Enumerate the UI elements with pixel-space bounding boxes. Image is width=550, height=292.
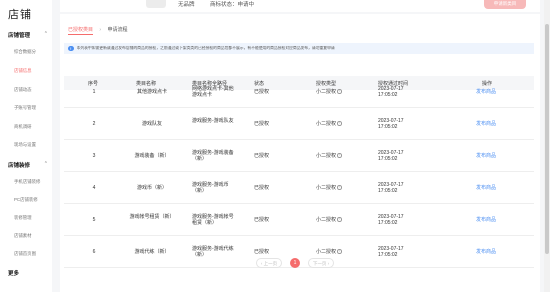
cell-auth-time: 2023-07-17 17:05:02 — [378, 150, 404, 162]
brand-name: 无品牌 — [178, 2, 195, 8]
cell-category-name: 游戏装备（新） — [134, 153, 170, 159]
help-icon[interactable]: ? — [337, 121, 342, 126]
cell-category-name: 游戏帐号租赁（新） — [129, 214, 175, 220]
cell-category-path: 游戏服务-游戏装备（新） — [192, 150, 234, 162]
sidebar-title: 店铺 — [8, 9, 32, 21]
cell-no: 4 — [92, 185, 96, 191]
trademark-status: 商标状态：申请中 — [210, 2, 255, 8]
cell-no: 2 — [92, 121, 96, 127]
cell-auth-type: 小二授权? — [316, 249, 342, 255]
cell-category-name: 游戏代练（新） — [134, 249, 170, 255]
breadcrumb-separator: › — [99, 27, 102, 33]
publish-product-link[interactable]: 发布商品 — [476, 153, 496, 159]
info-icon: ! — [68, 45, 74, 52]
section-label: 店铺管理 — [8, 33, 31, 39]
page-scrollbar[interactable] — [544, 0, 550, 292]
sidebar-item-data-analysis[interactable]: 综合数据分 — [14, 49, 36, 55]
cell-category-path: 网络游戏点卡-其他游戏点卡 — [192, 86, 234, 98]
cell-no: 3 — [92, 153, 96, 159]
table-row: 4 游戏币（新） 游戏服务-游戏币（新） 已授权 小二授权? 2023-07-17 17:… — [64, 173, 534, 204]
cell-category-name: 其他游戏点卡 — [136, 89, 167, 95]
cell-status: 已授权 — [254, 153, 270, 159]
cell-auth-time: 2023-07-17 17:05:02 — [378, 182, 404, 194]
auth-type-label: 小二授权 — [316, 153, 337, 159]
sidebar-item-settings[interactable]: 现场与设置 — [14, 142, 36, 148]
table-row: 3 游戏装备（新） 游戏服务-游戏装备（新） 已授权 小二授权? 2023-07-17 1… — [64, 141, 534, 172]
sidebar-more[interactable]: 更多 — [8, 269, 19, 277]
scrollbar-thumb[interactable] — [545, 24, 549, 254]
breadcrumb-authorized-categories[interactable]: 已授权类目 — [68, 27, 94, 35]
cell-category-name: 游戏币（新） — [136, 185, 167, 191]
sidebar-item-pc-decoration[interactable]: PC店铺装修 — [14, 197, 38, 203]
cell-auth-time: 2023-07-17 17:05:02 — [378, 118, 404, 130]
sidebar-item-research[interactable]: 商机调研 — [14, 124, 32, 130]
publish-product-link[interactable]: 发布商品 — [476, 217, 496, 223]
cell-category-path: 游戏服务-游戏帐号租赁（新） — [192, 214, 234, 226]
section-store-decoration[interactable]: 店铺装修 ⌃ — [8, 161, 48, 169]
info-banner: ! 本列表中如需更新或通过发布店铺的商品的授权，之前通过或下架类类的已经授权的商… — [64, 43, 534, 54]
section-store-management[interactable]: 店铺管理 ⌃ — [8, 31, 48, 39]
table-row: 1 其他游戏点卡 网络游戏点卡-其他游戏点卡 已授权 小二授权? 2023-07-17 1… — [64, 77, 534, 108]
store-header: 无品牌 商标状态：申请中 申请新类目 — [60, 0, 540, 12]
cell-status: 已授权 — [254, 121, 270, 127]
next-page-button[interactable]: 下一页 › — [308, 258, 334, 268]
cell-category-path: 游戏服务-游戏代练（新） — [192, 246, 234, 258]
publish-product-link[interactable]: 发布商品 — [476, 89, 496, 95]
cell-no: 5 — [92, 217, 96, 223]
sidebar-item-store-materials[interactable]: 店铺素材 — [14, 233, 32, 239]
cell-auth-type: 小二授权? — [316, 89, 342, 95]
auth-type-label: 小二授权 — [316, 121, 337, 127]
main-panel: 已授权类目 › 申请流程 ! 本列表中如需更新或通过发布店铺的商品的授权，之前通… — [60, 14, 540, 292]
cell-auth-type: 小二授权? — [316, 121, 342, 127]
sidebar-item-decoration-management[interactable]: 装修管理 — [14, 215, 32, 221]
help-icon[interactable]: ? — [337, 217, 342, 222]
cell-no: 6 — [92, 249, 96, 255]
sidebar-item-mobile-decoration[interactable]: 手机店铺装修 — [14, 179, 40, 185]
help-icon[interactable]: ? — [337, 153, 342, 158]
cell-status: 已授权 — [254, 217, 270, 223]
cell-category-path: 游戏服务-游戏队友 — [192, 118, 234, 124]
cell-auth-type: 小二授权? — [316, 153, 342, 159]
section-label: 店铺装修 — [8, 163, 31, 169]
table-row: 2 游戏队友 游戏服务-游戏队友已授权 小二授权? 2023-07-17 17:05:0… — [64, 109, 534, 140]
cell-status: 已授权 — [254, 185, 270, 191]
cell-category-name: 游戏队友 — [141, 121, 162, 127]
breadcrumb: 已授权类目 › 申请流程 — [68, 26, 127, 35]
sidebar: 店铺 店铺管理 ⌃ 综合数据分 店铺信息 店铺动态 子账号管理 商机调研 现场与… — [0, 0, 52, 292]
cell-auth-type: 小二授权? — [316, 217, 342, 223]
sidebar-item-store-info[interactable]: 店铺信息 — [14, 68, 32, 74]
brand-thumbnail — [146, 0, 166, 8]
breadcrumb-application-process[interactable]: 申请流程 — [107, 27, 127, 33]
cell-auth-time: 2023-07-17 17:05:02 — [378, 246, 404, 258]
cell-category-path: 游戏服务-游戏币（新） — [192, 182, 229, 194]
help-icon[interactable]: ? — [337, 249, 342, 254]
help-icon[interactable]: ? — [337, 185, 342, 190]
prev-page-button[interactable]: ‹ 上一页 — [256, 258, 282, 268]
page-1-button[interactable]: 1 — [290, 258, 300, 268]
cell-status: 已授权 — [254, 249, 270, 255]
chevron-up-icon: ⌃ — [43, 31, 48, 37]
cell-status: 已授权 — [254, 89, 270, 95]
sidebar-item-store-news[interactable]: 店铺动态 — [14, 87, 32, 93]
auth-type-label: 小二授权 — [316, 217, 337, 223]
publish-product-link[interactable]: 发布商品 — [476, 249, 496, 255]
apply-category-button[interactable]: 申请新类目 — [484, 0, 526, 9]
cell-auth-time: 2023-07-17 17:05:02 — [378, 214, 404, 226]
auth-type-label: 小二授权 — [316, 89, 337, 95]
publish-product-link[interactable]: 发布商品 — [476, 185, 496, 191]
info-text: 本列表中如需更新或通过发布店铺的商品的授权，之前通过或下架类类的已经授权的商品包… — [76, 46, 335, 50]
help-icon[interactable]: ? — [337, 89, 342, 94]
sidebar-item-sub-accounts[interactable]: 子账号管理 — [14, 105, 36, 111]
publish-product-link[interactable]: 发布商品 — [476, 121, 496, 127]
chevron-up-icon: ⌃ — [43, 161, 48, 167]
auth-type-label: 小二授权 — [316, 249, 337, 255]
sidebar-item-homepage-image[interactable]: 店铺首页图 — [14, 251, 36, 257]
cell-auth-time: 2023-07-17 17:05:02 — [378, 86, 404, 98]
table-row: 5 游戏帐号租赁（新） 游戏服务-游戏帐号租赁（新） 已授权 小二授权? 2023-07-… — [64, 205, 534, 236]
cell-auth-type: 小二授权? — [316, 185, 342, 191]
cell-no: 1 — [92, 89, 96, 95]
auth-type-label: 小二授权 — [316, 185, 337, 191]
